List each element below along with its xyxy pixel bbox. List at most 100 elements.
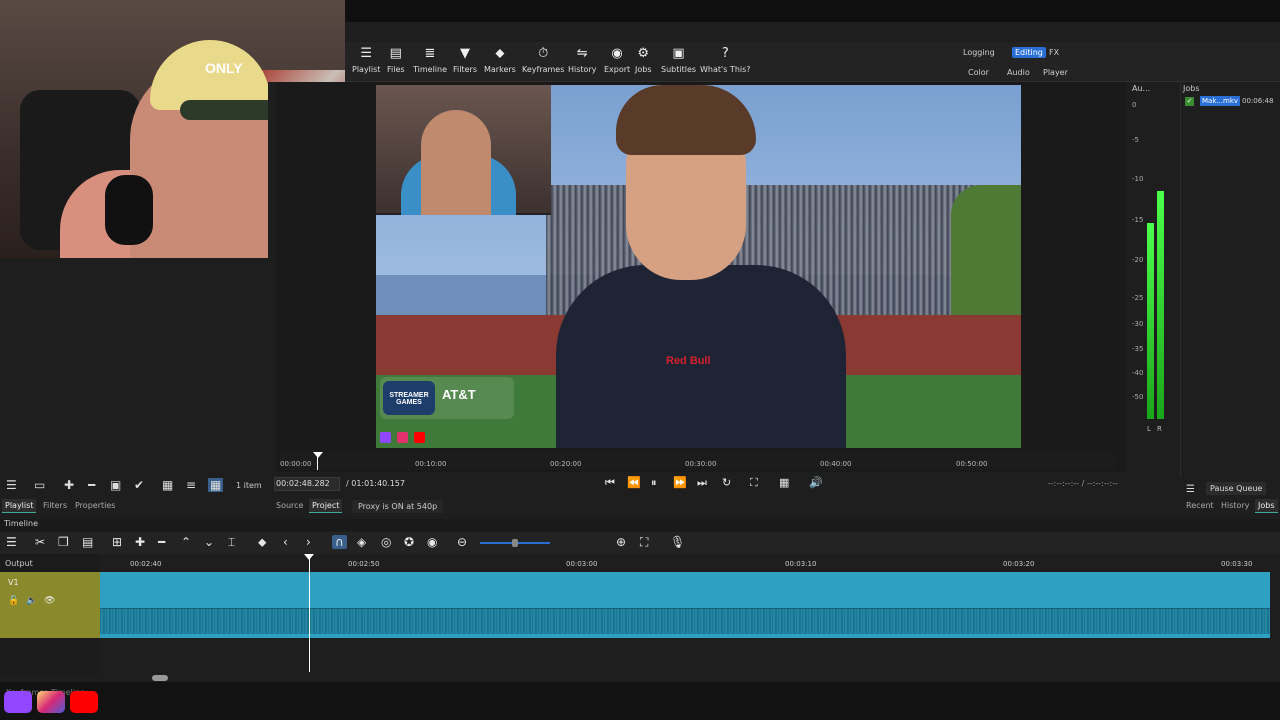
scrub-icon[interactable]: ◈ [357, 535, 366, 549]
zoom-in-icon[interactable]: ⊕ [616, 535, 626, 549]
remove-icon[interactable]: ━ [88, 478, 95, 492]
split-icon[interactable]: ⌶ [228, 535, 235, 550]
copy-icon[interactable]: ❐ [58, 535, 69, 549]
mute-icon[interactable]: 🔈 [26, 596, 37, 606]
next-marker-icon[interactable]: › [306, 535, 311, 549]
toolbar-whats-this[interactable]: ? What's This? [700, 46, 751, 74]
timeline-scrollbar[interactable] [100, 674, 1280, 682]
timeline-empty-area[interactable] [100, 638, 1280, 674]
timeline-tick: 00:03:00 [566, 560, 598, 568]
jobs-panel: Jobs ✓ Mak...mkv 00:06:48 [1180, 82, 1280, 477]
rewind-icon[interactable]: ⏪ [627, 476, 641, 489]
zoom-fit-icon[interactable]: ⛶ [640, 535, 648, 550]
append-icon[interactable]: ⊞ [112, 535, 122, 549]
cut-icon[interactable]: ✂ [35, 535, 45, 549]
ripple-markers-icon[interactable]: ◉ [427, 535, 437, 549]
toolbar-jobs[interactable]: ⚙ Jobs [635, 46, 652, 74]
ripple-icon[interactable]: ◎ [381, 535, 391, 549]
volume-icon[interactable]: 🔊 [809, 476, 823, 489]
lift-icon[interactable]: ⌃ [181, 535, 191, 549]
remove-icon[interactable]: ━ [158, 535, 165, 549]
ruler-tick: 00:10:00 [415, 460, 447, 468]
player-ruler[interactable]: 00:00:00 00:10:00 00:20:00 00:30:00 00:4… [280, 452, 1116, 470]
layout-logging[interactable]: Logging [963, 48, 995, 57]
meter-bar-left [1147, 223, 1154, 419]
update-icon[interactable]: ▣ [110, 478, 121, 492]
toolbar-filters[interactable]: ▼ Filters [453, 46, 477, 74]
layout-editing[interactable]: Editing [1012, 47, 1046, 58]
toolbar-filters-label: Filters [453, 65, 477, 74]
track-header-v1[interactable]: V1 🔓 🔈 👁 [0, 572, 100, 638]
tab-playlist[interactable]: Playlist [2, 499, 37, 513]
layout-color[interactable]: Color [968, 68, 989, 77]
fast-forward-icon[interactable]: ⏩ [673, 476, 687, 489]
timeline-clip[interactable] [100, 572, 1270, 638]
previous-marker-icon[interactable]: ‹ [283, 535, 288, 549]
track-v1-label: V1 [8, 578, 19, 587]
tab-filters[interactable]: Filters [40, 499, 70, 512]
record-audio-icon[interactable]: 🎙 [670, 535, 685, 549]
timeline-playhead[interactable] [309, 554, 310, 672]
add-icon[interactable]: ✚ [64, 478, 74, 492]
tab-history[interactable]: History [1218, 499, 1252, 512]
menu-icon[interactable]: ☰ [6, 535, 17, 549]
zoom-out-icon[interactable]: ⊖ [457, 535, 467, 549]
paste-icon[interactable]: ▤ [82, 535, 93, 549]
timeline-ruler[interactable]: 00:02:40 00:02:50 00:03:00 00:03:10 00:0… [100, 554, 1280, 572]
toolbar-keyframes[interactable]: ⏱ Keyframes [522, 46, 564, 74]
pause-queue-button[interactable]: Pause Queue [1206, 482, 1267, 495]
grid-icon[interactable]: ▦ [779, 476, 789, 489]
toolbar-markers-label: Markers [484, 65, 516, 74]
job-time: 00:06:48 [1242, 97, 1274, 105]
check-icon[interactable]: ✔ [134, 478, 144, 492]
overwrite-icon[interactable]: ⌄ [204, 535, 214, 549]
att-logo: AT&T [442, 387, 476, 402]
zoom-fit-icon[interactable]: ⛶ [750, 476, 758, 490]
ripple-all-icon[interactable]: ✪ [404, 535, 414, 549]
pause-icon[interactable]: ⏸ [651, 476, 657, 490]
toolbar-files[interactable]: ▤ Files [387, 46, 405, 74]
export-icon: ◉ [611, 46, 623, 61]
toolbar-playlist[interactable]: ☰ Playlist [352, 46, 380, 74]
tab-recent[interactable]: Recent [1183, 499, 1217, 512]
menu-icon[interactable]: ☰ [6, 478, 17, 492]
toolbar-subtitles[interactable]: ▣ Subtitles [661, 46, 696, 74]
tab-source[interactable]: Source [273, 499, 306, 512]
marker-icon[interactable]: ⬥ [258, 535, 266, 550]
layout-player[interactable]: Player [1043, 68, 1068, 77]
add-icon[interactable]: ✚ [135, 535, 145, 549]
toolbar-timeline[interactable]: ≣ Timeline [413, 46, 447, 74]
details-view-icon[interactable]: ▦ [162, 478, 173, 492]
meter-level-label: -25 [1132, 294, 1144, 302]
toolbar-markers[interactable]: ⬥ Markers [484, 46, 516, 74]
layout-fx[interactable]: FX [1049, 48, 1059, 57]
scrollbar-thumb[interactable] [152, 675, 168, 681]
job-item[interactable]: ✓ Mak...mkv 00:06:48 [1183, 96, 1279, 108]
video-frame[interactable]: Red Bull STREAMER GAMES AT&T [376, 85, 1021, 448]
playhead-marker-icon[interactable] [313, 452, 323, 458]
loop-icon[interactable]: ↻ [722, 476, 731, 489]
clip-waveform [100, 608, 1270, 634]
open-folder-icon[interactable]: ▭ [34, 478, 45, 492]
grid-view-icon[interactable]: ▦ [208, 478, 224, 492]
tab-project[interactable]: Project [309, 499, 343, 513]
zoom-slider-handle[interactable] [512, 539, 518, 547]
eye-icon[interactable]: 👁 [44, 596, 55, 606]
snap-magnet-icon[interactable]: ∩ [332, 535, 347, 549]
lock-icon[interactable]: 🔓 [8, 596, 19, 606]
player-playhead[interactable] [317, 452, 318, 470]
tab-properties[interactable]: Properties [72, 499, 118, 512]
tab-jobs[interactable]: Jobs [1255, 499, 1278, 513]
skip-previous-icon[interactable]: ⏮ [605, 476, 615, 490]
current-timecode[interactable]: 00:02:48.282 [276, 479, 330, 488]
splitter[interactable] [268, 82, 276, 477]
youtube-icon [413, 432, 425, 443]
layout-audio[interactable]: Audio [1007, 68, 1030, 77]
toolbar-history[interactable]: ⇋ History [568, 46, 596, 74]
skip-next-icon[interactable]: ⏭ [697, 476, 707, 490]
meter-level-label: -20 [1132, 256, 1144, 264]
menu-icon[interactable]: ☰ [1186, 484, 1195, 495]
list-view-icon[interactable]: ≡ [186, 478, 196, 492]
total-duration: / 01:01:40.157 [346, 479, 405, 488]
toolbar-export[interactable]: ◉ Export [604, 46, 630, 74]
